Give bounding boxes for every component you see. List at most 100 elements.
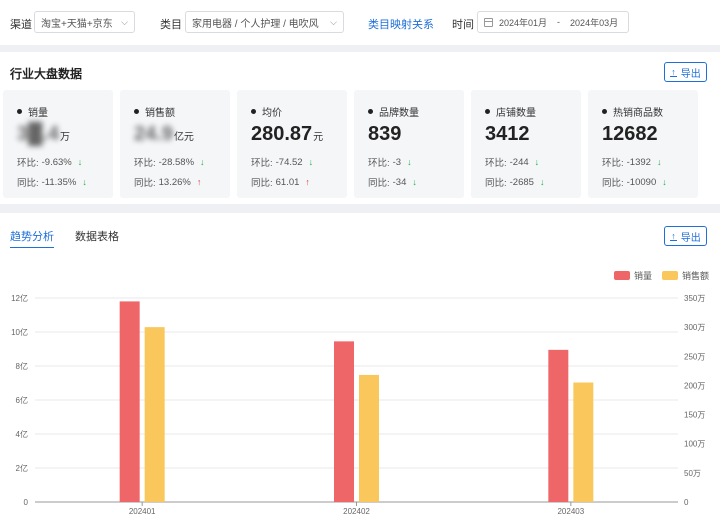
mom-value: -244	[509, 156, 529, 168]
mom-row: 环比: -28.58% ↓	[134, 155, 205, 170]
calendar-icon	[484, 17, 493, 27]
arrow-down-icon: ↓	[77, 157, 83, 167]
y-left-tick-label: 10亿	[11, 327, 28, 337]
arrow-down-icon: ↓	[534, 157, 540, 167]
y-left-tick-label: 8亿	[16, 361, 28, 371]
metric-unit: 亿元	[173, 132, 194, 143]
category-select[interactable]: 家用电器 / 个人护理 / 电吹风 ⌵	[185, 11, 344, 33]
metric-card: 品牌数量 839 环比: -3 ↓ 同比: -34 ↓	[354, 90, 464, 198]
channel-value: 淘宝+天猫+京东	[41, 18, 113, 30]
mom-row: 环比: -244 ↓	[485, 155, 540, 170]
metric-value: 3412	[485, 123, 531, 146]
y-left-tick-label: 6亿	[16, 395, 28, 405]
arrow-down-icon: ↓	[412, 177, 417, 187]
metric-title-text: 品牌数量	[379, 108, 419, 119]
yoy-row: 同比: -34 ↓	[368, 175, 417, 190]
time-label: 时间	[452, 19, 474, 31]
metric-value: 280.87元	[251, 123, 323, 146]
date-end[interactable]: 2024年03月	[570, 16, 618, 29]
date-start[interactable]: 2024年01月	[499, 16, 547, 29]
y-right-tick-label: 300万	[684, 323, 705, 332]
arrow-down-icon: ↓	[656, 157, 662, 167]
metric-title: 均价	[251, 104, 282, 119]
chevron-down-icon: ⌵	[121, 16, 128, 27]
metric-title-text: 销售额	[145, 108, 175, 119]
metric-title-text: 均价	[262, 108, 282, 119]
arrow-down-icon: ↓	[308, 157, 314, 167]
yoy-label: 同比:	[485, 178, 507, 189]
bar-sales-amount	[144, 327, 165, 502]
bar-sales-amount	[359, 374, 379, 502]
metric-title-text: 热销商品数	[613, 108, 663, 119]
channel-select[interactable]: 淘宝+天猫+京东 ⌵	[34, 11, 135, 33]
yoy-row: 同比: 13.26% ↑	[134, 175, 201, 190]
mom-row: 环比: -74.52 ↓	[251, 155, 314, 170]
metric-unit: 万	[59, 132, 70, 143]
y-left-tick-label: 2亿	[16, 463, 28, 473]
x-tick-label: 202401	[129, 507, 156, 516]
yoy-value: -34	[392, 176, 407, 188]
trend-panel: 趋势分析 数据表格 ↑ 导出 销量 销售额 0 2亿 4亿 6亿 8亿 10亿 12亿 0 50…	[0, 213, 720, 527]
bullet-icon	[602, 109, 607, 114]
bullet-icon	[485, 109, 490, 114]
yoy-label: 同比:	[17, 178, 39, 189]
metric-title-text: 销量	[28, 108, 48, 119]
overview-panel: 行业大盘数据 ↑ 导出 销量 3█.4万 环比: -9.63% ↓ 同比: -11.35% ↓…	[0, 52, 720, 204]
metric-card: 销售额 24.9亿元环比: -28.58% ↓ 同比: 13.26% ↑	[120, 90, 230, 198]
yoy-value: 13.26%	[158, 176, 191, 188]
yoy-label: 同比:	[368, 178, 390, 189]
metric-value: 12682	[602, 123, 659, 146]
filter-bar: 渠道 淘宝+天猫+京东 ⌵ 类目 家用电器 / 个人护理 / 电吹风 ⌵ 类目映…	[0, 0, 720, 45]
bullet-icon	[17, 109, 22, 114]
arrow-up-icon: ↑	[305, 177, 310, 187]
yoy-value: -11.35%	[41, 176, 77, 188]
metric-value: 839	[368, 123, 402, 146]
date-separator: -	[557, 17, 561, 27]
metric-title: 店铺数量	[485, 104, 536, 119]
category-value: 家用电器 / 个人护理 / 电吹风	[192, 18, 319, 30]
arrow-down-icon: ↓	[407, 157, 412, 167]
metric-number: 280.87	[251, 123, 313, 145]
date-range-picker[interactable]: 2024年01月 - 2024年03月	[477, 11, 629, 33]
category-mapping-link[interactable]: 类目映射关系	[368, 16, 434, 32]
arrow-down-icon: ↓	[82, 177, 87, 187]
metric-title: 热销商品数	[602, 104, 663, 119]
metric-card: 热销商品数 12682 环比: -1392 ↓ 同比: -10090 ↓	[588, 90, 698, 198]
metric-card: 销量 3█.4万 环比: -9.63% ↓ 同比: -11.35% ↓	[3, 90, 113, 198]
y-right-tick-label: 0	[684, 498, 689, 507]
mom-value: -28.58%	[158, 156, 195, 168]
y-right-tick-label: 150万	[684, 411, 705, 420]
bar-sales-volume	[334, 341, 354, 502]
mom-label: 环比:	[17, 158, 39, 169]
export-icon: ↑	[670, 66, 677, 77]
metric-number: 12682	[602, 123, 658, 145]
bar-sales-volume	[119, 301, 140, 502]
yoy-label: 同比:	[134, 178, 156, 189]
bullet-icon	[251, 109, 256, 114]
yoy-row: 同比: -10090 ↓	[602, 175, 667, 190]
bullet-icon	[134, 109, 139, 114]
metric-card: 均价 280.87元环比: -74.52 ↓ 同比: 61.01 ↑	[237, 90, 347, 198]
mom-label: 环比:	[485, 158, 507, 169]
metric-number: 24.9	[134, 123, 173, 145]
channel-label: 渠道	[10, 19, 32, 31]
arrow-down-icon: ↓	[662, 177, 667, 187]
yoy-value: -2685	[509, 176, 534, 188]
metric-number: 3█.4	[17, 123, 59, 145]
y-right-tick-label: 100万	[684, 440, 705, 449]
mom-row: 环比: -1392 ↓	[602, 155, 662, 170]
mom-value: -1392	[626, 156, 651, 168]
mom-value: -3	[392, 156, 402, 168]
y-left-tick-label: 12亿	[11, 293, 28, 303]
yoy-row: 同比: 61.01 ↑	[251, 175, 310, 190]
mom-label: 环比:	[602, 158, 624, 169]
yoy-row: 同比: -2685 ↓	[485, 175, 544, 190]
chevron-down-icon: ⌵	[330, 16, 337, 27]
metric-card: 店铺数量 3412 环比: -244 ↓ 同比: -2685 ↓	[471, 90, 581, 198]
metric-number: 3412	[485, 123, 530, 145]
overview-export-button[interactable]: ↑ 导出	[664, 62, 707, 82]
metric-title: 销售额	[134, 104, 175, 119]
mom-label: 环比:	[134, 158, 156, 169]
bar-sales-amount	[573, 382, 594, 502]
metric-value: 24.9亿元	[134, 123, 194, 146]
